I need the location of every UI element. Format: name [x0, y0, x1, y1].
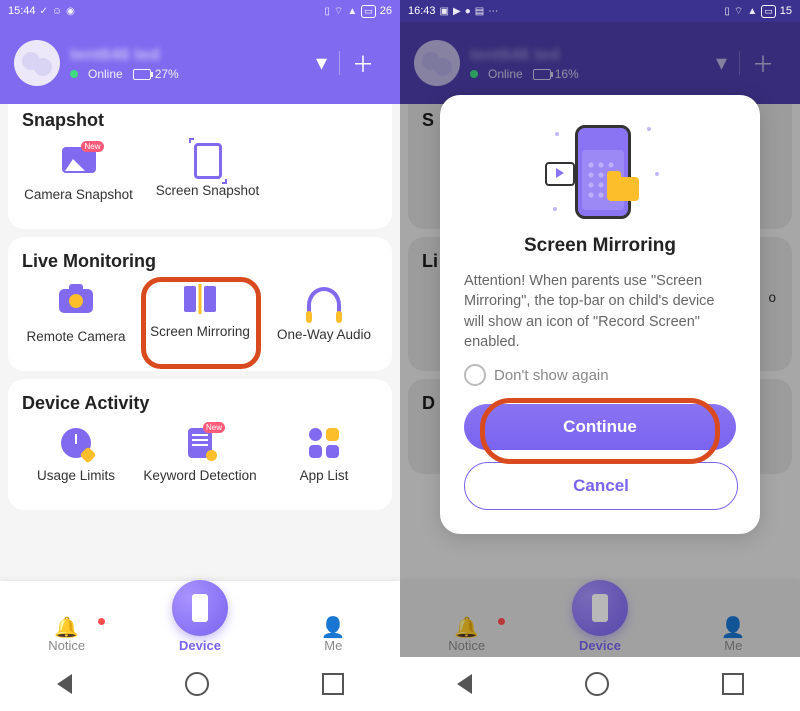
status-check-icon: ✓ — [40, 6, 48, 17]
device-battery: 27% — [155, 67, 179, 81]
status-bar: 15:44 ✓ ☺ ◉ ▯ ⌔ ▲ ▭ 26 — [0, 0, 400, 22]
section-title-activity: Device Activity — [22, 393, 386, 414]
modal-illustration — [535, 117, 665, 227]
status-bar: 16:43 ▣ ▶ ● ▤ ⋯ ▯ ⌔ ▲ ▭ 15 — [400, 0, 800, 22]
battery-icon: ▭ — [761, 5, 776, 18]
bottom-tabs: 🔔Notice Device 👤Me — [0, 581, 400, 657]
item-remote-camera[interactable]: Remote Camera — [14, 284, 138, 359]
item-screen-snapshot[interactable]: Screen Snapshot — [143, 143, 272, 217]
phone-right: 16:43▣▶●▤⋯ ▯⌔▲▭15 tent646 ted Online 16%… — [400, 0, 800, 711]
cancel-button[interactable]: Cancel — [464, 462, 738, 510]
add-button[interactable]: ＋ — [340, 47, 386, 79]
section-title-live: Live Monitoring — [22, 251, 386, 272]
status-icon: ● — [465, 6, 471, 17]
back-button[interactable] — [57, 674, 72, 694]
screenshot-icon — [194, 143, 222, 179]
battery-icon: ▭ — [361, 5, 376, 18]
tab-notice[interactable]: 🔔Notice — [1, 618, 133, 653]
battery-icon — [133, 69, 151, 80]
header: tent646 ted Online 27% ▾ ＋ — [0, 22, 400, 104]
item-app-list[interactable]: App List — [262, 426, 386, 498]
snapshot-card: Snapshot New Camera Snapshot Screen Snap… — [8, 104, 392, 229]
headphones-icon — [307, 287, 341, 317]
home-button[interactable] — [185, 672, 209, 696]
status-time: 16:43 — [408, 5, 436, 17]
item-usage-limits[interactable]: Usage Limits — [14, 426, 138, 498]
person-icon: 👤 — [267, 618, 399, 638]
checkbox-label: Don't show again — [494, 367, 609, 384]
status-icon: ▤ — [475, 6, 484, 17]
signal-icon: ▲ — [347, 6, 357, 17]
status-user-icon: ☺ — [52, 6, 62, 17]
checkbox-icon — [464, 364, 486, 386]
item-camera-snapshot[interactable]: New Camera Snapshot — [14, 143, 143, 217]
continue-button[interactable]: Continue — [464, 404, 736, 450]
user-name: tent646 ted — [70, 45, 179, 65]
tab-me[interactable]: 👤Me — [267, 618, 399, 653]
camera-icon — [59, 289, 93, 313]
android-nav — [400, 657, 800, 711]
back-button[interactable] — [457, 674, 472, 694]
new-badge: New — [81, 141, 103, 152]
clock-icon — [61, 428, 91, 458]
status-battery: 26 — [380, 5, 392, 17]
modal-body: Attention! When parents use "Screen Mirr… — [464, 271, 736, 352]
home-button[interactable] — [585, 672, 609, 696]
live-monitoring-card: Live Monitoring Remote Camera Screen Mir… — [8, 237, 392, 371]
item-keyword-detection[interactable]: New Keyword Detection — [138, 426, 262, 498]
wifi-icon: ⌔ — [334, 5, 343, 18]
content: Snapshot New Camera Snapshot Screen Snap… — [0, 104, 400, 644]
device-activity-card: Device Activity Usage Limits New Keyword… — [8, 379, 392, 510]
recents-button[interactable] — [722, 673, 744, 695]
online-status: Online — [88, 67, 123, 81]
android-nav — [0, 657, 400, 711]
status-time: 15:44 — [8, 5, 36, 17]
wifi-icon: ⌔ — [734, 5, 743, 18]
item-one-way-audio[interactable]: One-Way Audio — [262, 284, 386, 359]
signal-icon: ▲ — [747, 6, 757, 17]
avatar[interactable] — [14, 40, 60, 86]
new-badge: New — [203, 422, 225, 433]
dont-show-again[interactable]: Don't show again — [464, 364, 736, 386]
device-icon — [172, 580, 228, 636]
phone-left: 15:44 ✓ ☺ ◉ ▯ ⌔ ▲ ▭ 26 tent646 ted Online 27% ▾… — [0, 0, 400, 711]
status-icon: ▣ — [440, 6, 449, 17]
vibrate-icon: ▯ — [324, 6, 330, 17]
status-compass-icon: ◉ — [66, 6, 75, 17]
section-title-snapshot: Snapshot — [22, 110, 386, 131]
online-dot-icon — [70, 70, 78, 78]
tab-device[interactable]: Device — [134, 600, 266, 653]
vibrate-icon: ▯ — [724, 6, 730, 17]
bell-icon: 🔔 — [1, 618, 133, 638]
status-icon: ▶ — [453, 6, 461, 17]
mirror-icon — [181, 284, 219, 318]
status-more-icon: ⋯ — [488, 6, 498, 17]
device-dropdown[interactable]: ▾ — [304, 50, 339, 76]
modal-title: Screen Mirroring — [464, 235, 736, 257]
recents-button[interactable] — [322, 673, 344, 695]
screen-mirroring-dialog: Screen Mirroring Attention! When parents… — [440, 95, 760, 534]
status-battery: 15 — [780, 5, 792, 17]
apps-icon — [309, 428, 339, 458]
item-screen-mirroring[interactable]: Screen Mirroring — [138, 284, 262, 359]
